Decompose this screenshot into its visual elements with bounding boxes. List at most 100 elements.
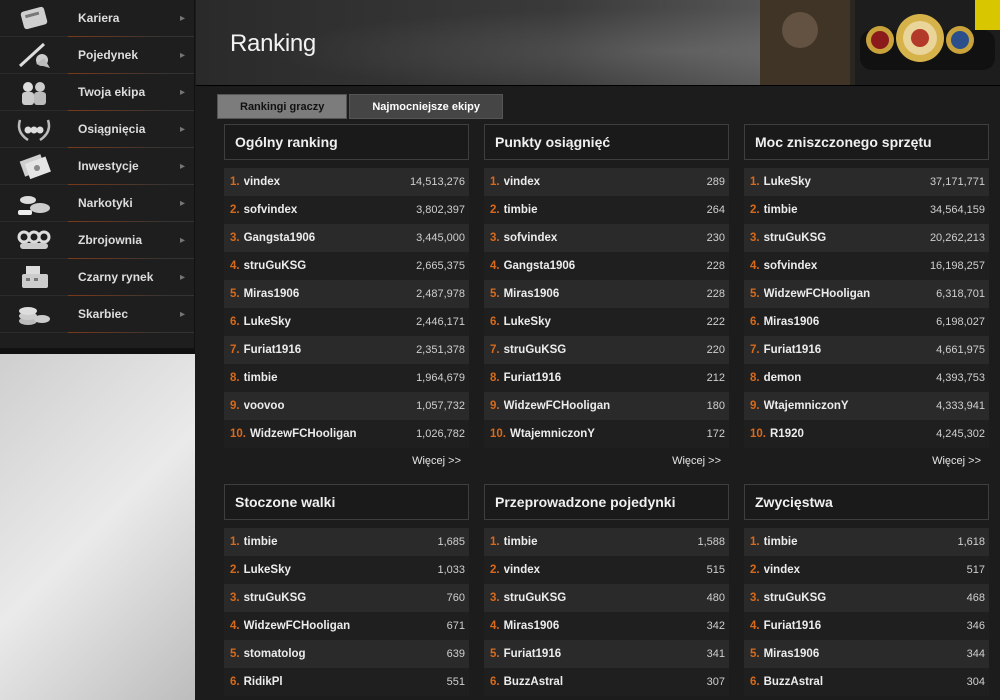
ranking-row: 4. sofvindex 16,198,257	[744, 252, 989, 280]
player-link[interactable]: Miras1906	[764, 316, 936, 328]
rank-number: 1.	[230, 536, 240, 548]
rank-number: 3.	[230, 232, 240, 244]
sidebar-item-skarbiec[interactable]: Skarbiec ▸	[0, 296, 194, 333]
player-link[interactable]: struGuKSG	[244, 260, 416, 272]
player-link[interactable]: LukeSky	[244, 316, 416, 328]
sidebar: Kariera ▸ Pojedynek ▸ Twoja ekipa ▸ Osiągnięci…	[0, 0, 195, 700]
player-link[interactable]: RidikPl	[244, 676, 447, 688]
rank-number: 3.	[490, 232, 500, 244]
rank-number: 2.	[490, 204, 500, 216]
player-link[interactable]: timbie	[244, 536, 438, 548]
rank-number: 5.	[750, 288, 760, 300]
player-link[interactable]: WidzewFCHooligan	[244, 620, 447, 632]
ranking-row: 5. Furiat1916 341	[484, 640, 729, 668]
player-link[interactable]: vindex	[244, 176, 410, 188]
player-link[interactable]: Furiat1916	[244, 344, 416, 356]
player-link[interactable]: Gangsta1906	[504, 260, 707, 272]
player-link[interactable]: struGuKSG	[764, 232, 930, 244]
score-value: 639	[446, 648, 465, 660]
ranking-row: 5. stomatolog 639	[224, 640, 469, 668]
rank-number: 1.	[490, 176, 500, 188]
player-link[interactable]: timbie	[504, 204, 707, 216]
player-link[interactable]: LukeSky	[764, 176, 930, 188]
player-link[interactable]: R1920	[770, 428, 936, 440]
player-link[interactable]: timbie	[244, 372, 416, 384]
rank-number: 4.	[490, 260, 500, 272]
player-link[interactable]: Gangsta1906	[244, 232, 416, 244]
panel-title: Przeprowadzone pojedynki	[484, 484, 729, 520]
player-link[interactable]: WidzewFCHooligan	[504, 400, 707, 412]
player-link[interactable]: WidzewFCHooligan	[764, 288, 936, 300]
player-link[interactable]: sofvindex	[504, 232, 707, 244]
rank-number: 1.	[230, 176, 240, 188]
sidebar-item-narkotyki[interactable]: Narkotyki ▸	[0, 185, 194, 222]
tab-strongest-crews[interactable]: Najmocniejsze ekipy	[349, 94, 503, 119]
score-value: 344	[966, 648, 985, 660]
player-link[interactable]: timbie	[764, 536, 958, 548]
chevron-right-icon: ▸	[180, 160, 186, 172]
rank-number: 9.	[230, 400, 240, 412]
rank-number: 1.	[750, 536, 760, 548]
player-link[interactable]: WtajemniczonY	[764, 400, 936, 412]
rank-number: 8.	[750, 372, 760, 384]
player-link[interactable]: Miras1906	[764, 648, 967, 660]
score-value: 468	[966, 592, 985, 604]
tab-player-rankings[interactable]: Rankingi graczy	[217, 94, 348, 119]
sidebar-item-osiągnięcia[interactable]: Osiągnięcia ▸	[0, 111, 194, 148]
sidebar-item-czarny-rynek[interactable]: Czarny rynek ▸	[0, 259, 194, 296]
player-link[interactable]: demon	[764, 372, 936, 384]
player-link[interactable]: Furiat1916	[764, 344, 936, 356]
player-link[interactable]: struGuKSG	[504, 344, 707, 356]
score-value: 760	[446, 592, 465, 604]
player-link[interactable]: vindex	[764, 564, 967, 576]
sidebar-item-kariera[interactable]: Kariera ▸	[0, 0, 194, 37]
ranking-row: 10. R1920 4,245,302	[744, 420, 989, 448]
score-value: 222	[706, 316, 725, 328]
player-link[interactable]: vindex	[504, 564, 707, 576]
player-link[interactable]: BuzzAstral	[504, 676, 707, 688]
sidebar-item-inwestycje[interactable]: Inwestycje ▸	[0, 148, 194, 185]
player-link[interactable]: Furiat1916	[504, 372, 707, 384]
player-link[interactable]: struGuKSG	[764, 592, 967, 604]
player-link[interactable]: WidzewFCHooligan	[250, 428, 416, 440]
player-link[interactable]: Miras1906	[504, 620, 707, 632]
ranking-row: 9. WtajemniczonY 4,333,941	[744, 392, 989, 420]
rank-number: 4.	[230, 260, 240, 272]
chevron-right-icon: ▸	[180, 197, 186, 209]
player-link[interactable]: Miras1906	[504, 288, 707, 300]
score-value: 289	[706, 176, 725, 188]
player-link[interactable]: sofvindex	[764, 260, 930, 272]
more-link[interactable]: Więcej >>	[672, 455, 721, 467]
sidebar-item-pojedynek[interactable]: Pojedynek ▸	[0, 37, 194, 74]
player-link[interactable]: LukeSky	[504, 316, 707, 328]
chevron-right-icon: ▸	[180, 49, 186, 61]
player-link[interactable]: timbie	[504, 536, 698, 548]
rank-number: 6.	[490, 316, 500, 328]
rank-number: 7.	[750, 344, 760, 356]
player-link[interactable]: Furiat1916	[764, 620, 967, 632]
player-link[interactable]: timbie	[764, 204, 930, 216]
player-link[interactable]: WtajemniczonY	[510, 428, 707, 440]
player-link[interactable]: struGuKSG	[244, 592, 447, 604]
rank-number: 5.	[230, 288, 240, 300]
rank-number: 5.	[490, 288, 500, 300]
player-link[interactable]: vindex	[504, 176, 707, 188]
ranking-row: 5. Miras1906 344	[744, 640, 989, 668]
player-link[interactable]: BuzzAstral	[764, 676, 967, 688]
more-link[interactable]: Więcej >>	[932, 455, 981, 467]
sidebar-item-twoja-ekipa[interactable]: Twoja ekipa ▸	[0, 74, 194, 111]
player-link[interactable]: struGuKSG	[504, 592, 707, 604]
score-value: 3,802,397	[416, 204, 465, 216]
score-value: 212	[706, 372, 725, 384]
player-link[interactable]: sofvindex	[244, 204, 416, 216]
player-link[interactable]: stomatolog	[244, 648, 447, 660]
player-link[interactable]: Furiat1916	[504, 648, 707, 660]
player-link[interactable]: voovoo	[244, 400, 416, 412]
ranking-row: 4. Furiat1916 346	[744, 612, 989, 640]
rank-number: 4.	[750, 260, 760, 272]
player-link[interactable]: Miras1906	[244, 288, 416, 300]
rank-number: 3.	[230, 592, 240, 604]
more-link[interactable]: Więcej >>	[412, 455, 461, 467]
sidebar-item-zbrojownia[interactable]: Zbrojownia ▸	[0, 222, 194, 259]
player-link[interactable]: LukeSky	[244, 564, 438, 576]
